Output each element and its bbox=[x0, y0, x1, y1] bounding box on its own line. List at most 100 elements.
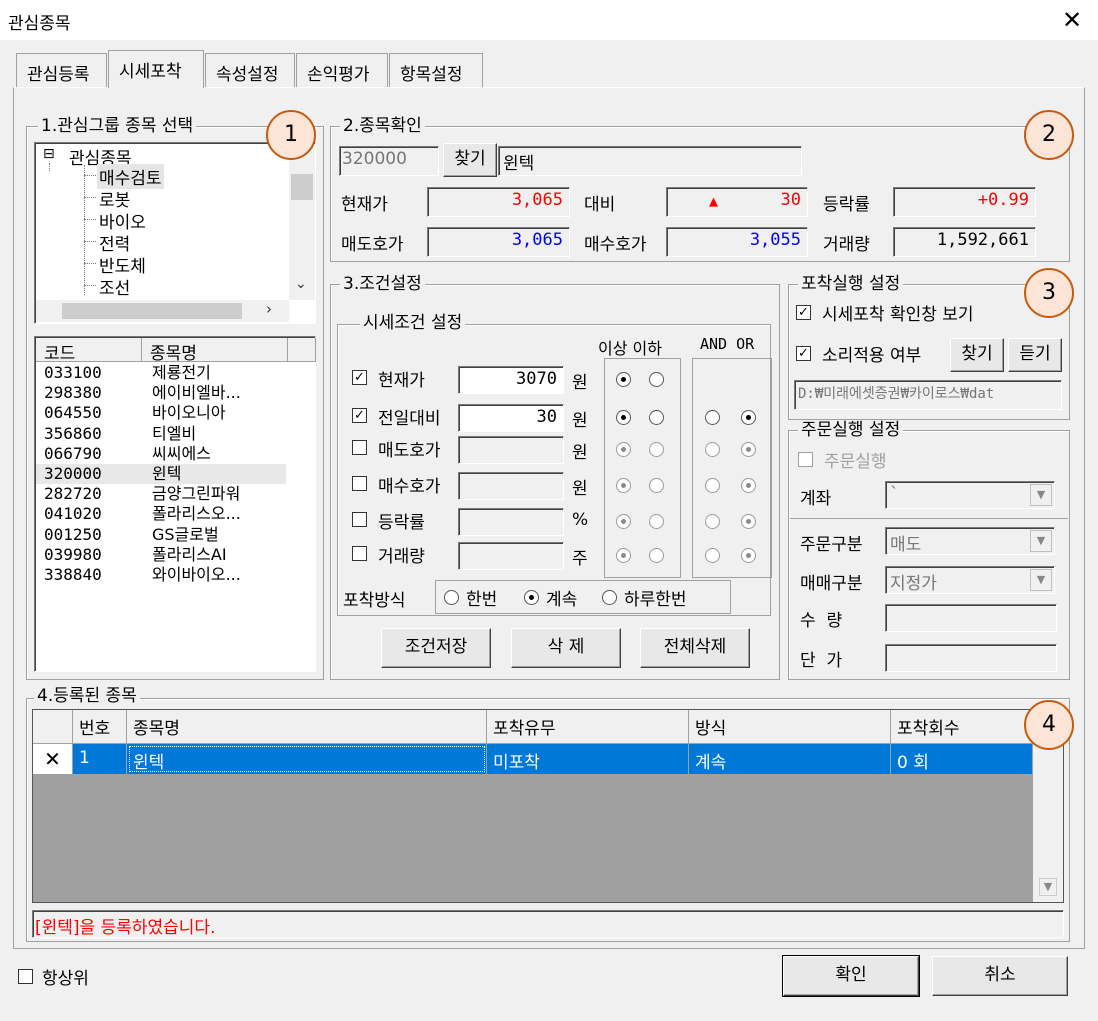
tree-horizontal-scrollbar[interactable]: › bbox=[36, 300, 289, 322]
capture-mode-daily-radio[interactable] bbox=[602, 590, 617, 605]
below-radio[interactable] bbox=[649, 410, 664, 425]
above-radio[interactable] bbox=[616, 410, 631, 425]
chevron-down-icon[interactable]: ⌄ bbox=[295, 276, 307, 292]
or-radio[interactable] bbox=[741, 548, 756, 563]
trade-type-select[interactable]: 지정가 ▼ bbox=[885, 566, 1055, 594]
condition-label[interactable]: 전일대비 bbox=[378, 404, 441, 429]
sound-listen-button[interactable]: 듣기 bbox=[1008, 338, 1062, 372]
or-radio[interactable] bbox=[741, 514, 756, 529]
grid-header-name[interactable]: 종목명 bbox=[127, 710, 487, 744]
dropdown-arrow-icon[interactable]: ▼ bbox=[1030, 569, 1052, 591]
condition-checkbox[interactable] bbox=[352, 476, 367, 491]
and-radio[interactable] bbox=[705, 478, 720, 493]
delete-all-button[interactable]: 전체삭제 bbox=[640, 628, 750, 668]
condition-value-input[interactable]: 30 bbox=[458, 404, 564, 432]
show-confirm-checkbox[interactable]: ✓ bbox=[796, 305, 811, 320]
grid-header-captured[interactable]: 포착유무 bbox=[487, 710, 689, 744]
above-radio[interactable] bbox=[616, 478, 631, 493]
list-item[interactable]: 298380 에이비엘바... bbox=[36, 383, 286, 403]
below-radio[interactable] bbox=[649, 514, 664, 529]
find-stock-button[interactable]: 찾기 bbox=[443, 143, 497, 177]
condition-value-input[interactable] bbox=[458, 472, 564, 500]
condition-value-input[interactable] bbox=[458, 542, 564, 570]
and-radio[interactable] bbox=[705, 410, 720, 425]
below-radio[interactable] bbox=[649, 548, 664, 563]
below-radio[interactable] bbox=[649, 442, 664, 457]
list-item[interactable]: 282720 금양그린파워 bbox=[36, 484, 286, 504]
capture-mode-once-label[interactable]: 한번 bbox=[466, 585, 497, 610]
condition-label[interactable]: 등락률 bbox=[378, 508, 425, 533]
condition-checkbox[interactable] bbox=[352, 440, 367, 455]
capture-mode-daily-label[interactable]: 하루한번 bbox=[624, 585, 687, 610]
tab-price-capture[interactable]: 시세포착 bbox=[108, 50, 204, 88]
above-radio[interactable] bbox=[616, 514, 631, 529]
price-field[interactable] bbox=[885, 644, 1057, 672]
delete-button[interactable]: 삭 제 bbox=[511, 628, 621, 668]
list-item[interactable]: 001250 GS글로벌 bbox=[36, 525, 286, 545]
capture-mode-continuous-radio[interactable] bbox=[524, 590, 539, 605]
below-radio[interactable] bbox=[649, 372, 664, 387]
or-radio[interactable] bbox=[741, 410, 756, 425]
sound-checkbox[interactable]: ✓ bbox=[796, 346, 811, 361]
condition-value-input[interactable]: 3070 bbox=[458, 366, 564, 394]
condition-label[interactable]: 거래량 bbox=[378, 542, 425, 567]
condition-label[interactable]: 매도호가 bbox=[378, 436, 441, 461]
tree-item-shipbuilding[interactable]: 조선 bbox=[99, 274, 130, 299]
condition-checkbox[interactable] bbox=[352, 512, 367, 527]
order-exec-label[interactable]: 주문실행 bbox=[824, 447, 887, 472]
cancel-button[interactable]: 취소 bbox=[932, 956, 1068, 996]
scrollbar-thumb[interactable] bbox=[291, 174, 313, 200]
list-item[interactable]: 064550 바이오니아 bbox=[36, 403, 286, 423]
and-radio[interactable] bbox=[705, 514, 720, 529]
below-radio[interactable] bbox=[649, 478, 664, 493]
account-select[interactable]: ` ▼ bbox=[885, 481, 1055, 509]
scrollbar-thumb[interactable] bbox=[62, 303, 242, 319]
close-icon[interactable]: ✕ bbox=[1058, 6, 1086, 34]
stock-code-input[interactable]: 320000 bbox=[339, 146, 439, 176]
group-tree-view[interactable]: ⊟ 관심종목 매수검토 로봇 바이오 전력 반도체 조선 ⌄ › bbox=[34, 142, 316, 324]
table-row[interactable]: ✕ 1 윈텍 미포착 계속 0 회 bbox=[33, 744, 1033, 774]
above-radio[interactable] bbox=[616, 442, 631, 457]
list-item[interactable]: 320000 윈텍 bbox=[36, 464, 286, 484]
capture-mode-once-radio[interactable] bbox=[444, 590, 459, 605]
and-radio[interactable] bbox=[705, 548, 720, 563]
list-item[interactable]: 066790 씨씨에스 bbox=[36, 444, 286, 464]
tab-pnl-eval[interactable]: 손익평가 bbox=[296, 53, 388, 87]
condition-checkbox[interactable]: ✓ bbox=[352, 370, 367, 385]
tab-attribute-settings[interactable]: 속성설정 bbox=[205, 53, 295, 87]
tab-watchlist-register[interactable]: 관심등록 bbox=[16, 53, 107, 87]
capture-mode-continuous-label[interactable]: 계속 bbox=[546, 585, 577, 610]
order-exec-checkbox[interactable] bbox=[798, 452, 813, 467]
sound-find-button[interactable]: 찾기 bbox=[950, 338, 1004, 372]
condition-value-input[interactable] bbox=[458, 508, 564, 536]
chevron-right-icon[interactable]: › bbox=[266, 300, 272, 318]
condition-label[interactable]: 현재가 bbox=[378, 366, 425, 391]
ok-button[interactable]: 확인 bbox=[782, 955, 920, 997]
or-radio[interactable] bbox=[741, 478, 756, 493]
sound-path-field[interactable]: D:₩미래에셋증권₩카이로스₩dat bbox=[794, 380, 1062, 410]
condition-checkbox[interactable]: ✓ bbox=[352, 408, 367, 423]
condition-checkbox[interactable] bbox=[352, 546, 367, 561]
grid-header-no[interactable]: 번호 bbox=[73, 710, 127, 744]
list-item[interactable]: 039980 폴라리스AI bbox=[36, 545, 286, 565]
grid-header-mode[interactable]: 방식 bbox=[689, 710, 891, 744]
sound-label[interactable]: 소리적용 여부 bbox=[822, 341, 921, 366]
save-condition-button[interactable]: 조건저장 bbox=[381, 628, 491, 668]
quantity-field[interactable] bbox=[885, 604, 1057, 632]
list-header-code[interactable]: 코드 bbox=[36, 338, 142, 364]
scroll-down-arrow-icon[interactable]: ▼ bbox=[1039, 878, 1057, 896]
registered-grid[interactable]: 번호 종목명 포착유무 방식 포착회수 ▼ ✕ 1 윈텍 미포착 계속 0 회 bbox=[32, 709, 1064, 903]
grid-header-count[interactable]: 포착회수 bbox=[891, 710, 1033, 744]
list-item[interactable]: 356860 티엘비 bbox=[36, 424, 286, 444]
always-on-top-label[interactable]: 항상위 bbox=[42, 964, 89, 989]
tab-column-settings[interactable]: 항목설정 bbox=[389, 53, 483, 87]
tree-vertical-scrollbar[interactable]: ⌄ bbox=[289, 144, 315, 300]
and-radio[interactable] bbox=[705, 442, 720, 457]
condition-value-input[interactable] bbox=[458, 436, 564, 464]
above-radio[interactable] bbox=[616, 548, 631, 563]
row-delete-icon[interactable]: ✕ bbox=[33, 744, 73, 774]
list-item[interactable]: 338840 와이바이오... bbox=[36, 565, 286, 585]
list-header-name[interactable]: 종목명 bbox=[142, 338, 288, 364]
stock-list[interactable]: 코드 종목명 033100 제룡전기 298380 에이비엘바... 064550 바이오… bbox=[34, 336, 316, 672]
list-item[interactable]: 033100 제룡전기 bbox=[36, 363, 286, 383]
